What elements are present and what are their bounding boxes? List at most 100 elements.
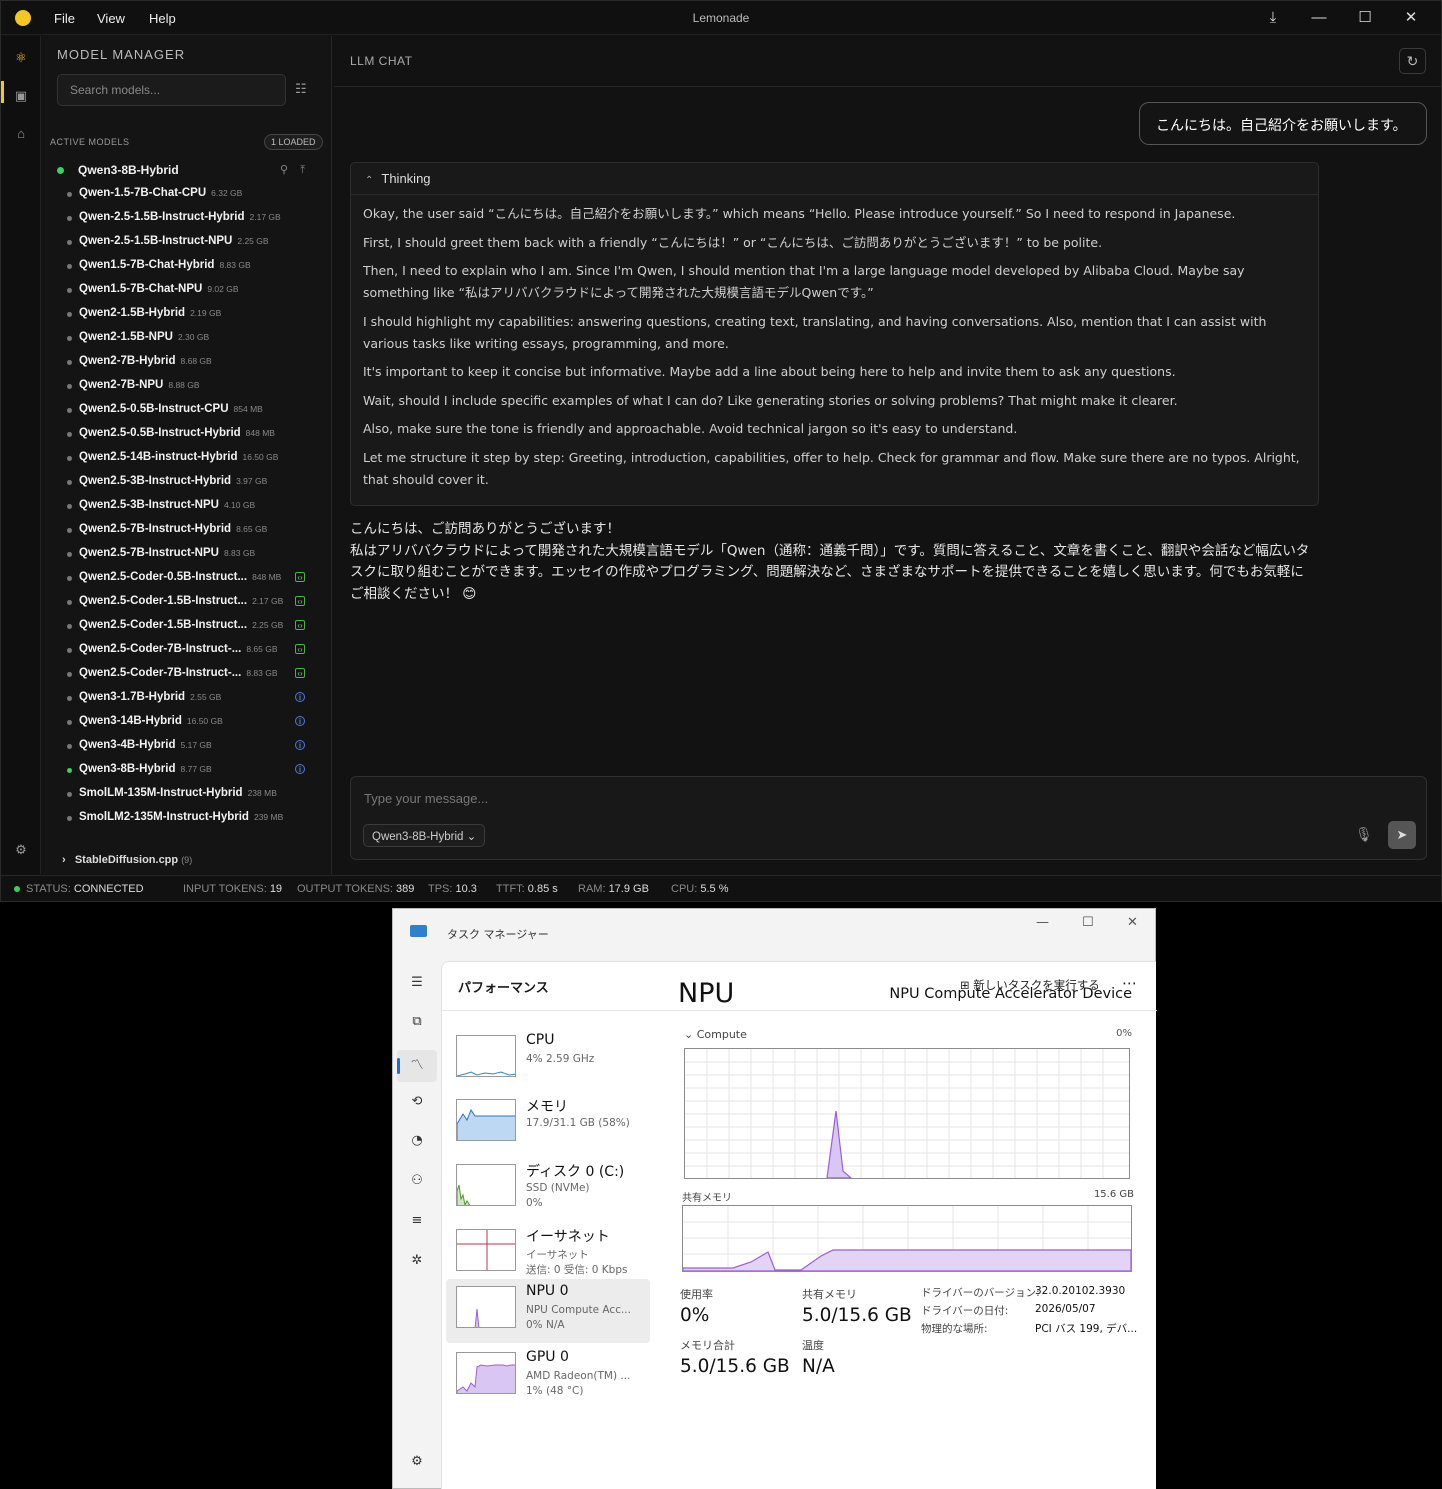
model-list-item[interactable]: Qwen2-7B-Hybrid 8.68 GB	[42, 350, 332, 374]
model-list-item[interactable]: Qwen2.5-3B-Instruct-Hybrid 3.97 GB	[42, 470, 332, 494]
model-name-text: Qwen-2.5-1.5B-Instruct-NPU	[79, 235, 233, 247]
menu-view[interactable]: View	[97, 11, 125, 26]
model-list-item[interactable]: Qwen2.5-0.5B-Instruct-CPU 854 MB	[42, 398, 332, 422]
cpu-thumbnail-svg	[457, 1071, 515, 1076]
model-status-dot	[67, 528, 72, 533]
search-box	[57, 74, 286, 106]
model-name: Qwen2-1.5B-Hybrid 2.19 GB	[79, 307, 221, 319]
model-list-item[interactable]: Qwen2.5-Coder-1.5B-Instruct... 2.25 GB ‹›	[42, 614, 332, 638]
tm-maximize-button[interactable]: ☐	[1082, 915, 1094, 930]
tm-minimize-button[interactable]: —	[1036, 915, 1049, 930]
close-button[interactable]: ✕	[1399, 7, 1423, 29]
device-gpu[interactable]: GPU 0 AMD Radeon(TM) ... 1% (48 °C)	[446, 1345, 650, 1409]
memory-thumbnail-svg	[457, 1108, 515, 1140]
device-cpu[interactable]: CPU 4% 2.59 GHz	[446, 1028, 650, 1092]
model-list-item[interactable]: Qwen2.5-0.5B-Instruct-Hybrid 848 MB	[42, 422, 332, 446]
pin-icon[interactable]: ⚲	[280, 164, 288, 176]
model-list-item[interactable]: Qwen2.5-Coder-7B-Instruct-... 8.83 GB ‹›	[42, 662, 332, 686]
services-icon[interactable]: ✲	[408, 1253, 426, 1271]
device-memory[interactable]: メモリ 17.9/31.1 GB (58%)	[446, 1092, 650, 1156]
model-list-item[interactable]: Qwen2-1.5B-NPU 2.30 GB	[42, 326, 332, 350]
tm-close-button[interactable]: ✕	[1127, 915, 1138, 930]
model-list-item[interactable]: Qwen2.5-7B-Instruct-Hybrid 8.65 GB	[42, 518, 332, 542]
maximize-button[interactable]: ☐	[1353, 7, 1377, 29]
microphone-icon[interactable]: 🎙	[1355, 826, 1373, 843]
device-detail: 送信: 0 受信: 0 Kbps	[526, 1264, 628, 1276]
model-list-item[interactable]: Qwen2.5-Coder-7B-Instruct-... 8.65 GB ‹›	[42, 638, 332, 662]
group-stablediffusion[interactable]: › StableDiffusion.cpp (9)	[62, 854, 192, 866]
download-icon[interactable]: ⤓	[1261, 7, 1285, 29]
active-model: Qwen3-8B-Hybrid	[57, 163, 179, 177]
device-disk[interactable]: ディスク 0 (C:) SSD (NVMe) 0%	[446, 1157, 650, 1221]
users-icon[interactable]: ⚇	[408, 1173, 426, 1191]
history-icon[interactable]: ⟲	[408, 1094, 426, 1112]
model-list-item[interactable]: Qwen-1.5-7B-Chat-CPU 6.32 GB	[42, 182, 332, 206]
model-list-item[interactable]: Qwen2-7B-NPU 8.88 GB	[42, 374, 332, 398]
menu-help[interactable]: Help	[149, 11, 176, 26]
model-list-item[interactable]: Qwen2.5-3B-Instruct-NPU 4.10 GB	[42, 494, 332, 518]
device-ethernet[interactable]: イーサネット イーサネット 送信: 0 受信: 0 Kbps	[446, 1222, 650, 1286]
model-list-item[interactable]: Qwen-2.5-1.5B-Instruct-Hybrid 2.17 GB	[42, 206, 332, 230]
driver-version-value: 32.0.20102.3930	[1035, 1285, 1126, 1297]
startup-icon[interactable]: ◔	[408, 1133, 426, 1151]
model-name: Qwen2.5-0.5B-Instruct-Hybrid 848 MB	[79, 427, 275, 439]
npu-thumbnail-svg	[474, 1308, 480, 1327]
model-name: Qwen3-4B-Hybrid 5.17 GB	[79, 739, 212, 751]
model-size: 6.32 GB	[211, 188, 243, 198]
model-select[interactable]: Qwen3-8B-Hybrid ⌄	[363, 824, 486, 847]
model-list-item[interactable]: Qwen3-14B-Hybrid 16.50 GB i	[42, 710, 332, 734]
model-list-item[interactable]: Qwen2.5-14B-instruct-Hybrid 16.50 GB	[42, 446, 332, 470]
models-icon[interactable]: ⚛	[11, 48, 31, 68]
shared-memory-graph-svg	[682, 1206, 1132, 1272]
thinking-toggle[interactable]: ⌃ Thinking	[351, 163, 1318, 195]
nav-selected-indicator	[397, 1058, 400, 1074]
message-input[interactable]	[351, 777, 1426, 819]
model-size: 238 MB	[247, 788, 277, 798]
model-size: 8.65 GB	[246, 644, 278, 654]
menu-file[interactable]: File	[54, 11, 75, 26]
model-list-item[interactable]: Qwen3-1.7B-Hybrid 2.55 GB i	[42, 686, 332, 710]
model-status-dot	[67, 816, 72, 821]
model-list-item[interactable]: SmolLM2-135M-Instruct-Hybrid 239 MB	[42, 806, 332, 830]
model-name: SmolLM-135M-Instruct-Hybrid 238 MB	[79, 787, 277, 799]
send-button[interactable]: ➤	[1388, 821, 1416, 849]
model-list-item[interactable]: Qwen2.5-Coder-1.5B-Instruct... 2.17 GB ‹›	[42, 590, 332, 614]
device-npu[interactable]: NPU 0 NPU Compute Acc... 0% N/A	[446, 1279, 650, 1343]
tm-settings-icon[interactable]: ⚙	[408, 1454, 426, 1472]
processes-icon[interactable]: ⧉	[408, 1014, 426, 1032]
model-list-item[interactable]: Qwen1.5-7B-Chat-Hybrid 8.83 GB	[42, 254, 332, 278]
details-icon[interactable]: ≡	[408, 1213, 426, 1231]
model-name: Qwen2.5-Coder-1.5B-Instruct... 2.25 GB	[79, 619, 283, 631]
header-divider	[442, 1010, 1157, 1011]
minimize-button[interactable]: —	[1307, 7, 1331, 29]
performance-icon[interactable]: 〽	[408, 1054, 426, 1073]
store-icon[interactable]: ⌂	[11, 124, 31, 144]
model-name: Qwen3-14B-Hybrid 16.50 GB	[79, 715, 223, 727]
input-tokens-value: 19	[269, 883, 283, 895]
output-tokens-key: OUTPUT TOKENS:	[297, 883, 393, 895]
model-list-item[interactable]: Qwen2.5-Coder-0.5B-Instruct... 848 MB ‹›	[42, 566, 332, 590]
model-list-item[interactable]: Qwen2-1.5B-Hybrid 2.19 GB	[42, 302, 332, 326]
chip-icon[interactable]: ▣	[11, 86, 31, 106]
page-title: パフォーマンス	[458, 981, 549, 996]
model-list-item[interactable]: Qwen1.5-7B-Chat-NPU 9.02 GB	[42, 278, 332, 302]
search-input[interactable]	[58, 75, 285, 105]
refresh-button[interactable]: ↻	[1399, 48, 1426, 74]
ttft-value: 0.85 s	[527, 883, 558, 895]
model-list-item[interactable]: Qwen2.5-7B-Instruct-NPU 8.83 GB	[42, 542, 332, 566]
compute-label: Compute	[696, 1028, 747, 1041]
panel-title: MODEL MANAGER	[57, 47, 186, 62]
model-name-text: Qwen2.5-0.5B-Instruct-Hybrid	[79, 427, 241, 439]
settings-gear-icon[interactable]: ⚙	[11, 840, 31, 860]
hamburger-icon[interactable]: ☰	[408, 975, 426, 993]
compute-selector[interactable]: ⌄ Compute	[684, 1028, 747, 1041]
model-list-item[interactable]: SmolLM-135M-Instruct-Hybrid 238 MB	[42, 782, 332, 806]
model-status-dot	[67, 384, 72, 389]
unload-icon[interactable]: ⤒	[300, 164, 305, 176]
model-list-item[interactable]: Qwen-2.5-1.5B-Instruct-NPU 2.25 GB	[42, 230, 332, 254]
loaded-dot-icon	[57, 167, 64, 175]
device-detail: 0% N/A	[526, 1319, 565, 1331]
model-list-item[interactable]: Qwen3-4B-Hybrid 5.17 GB i	[42, 734, 332, 758]
filter-icon[interactable]: ☷	[295, 81, 307, 97]
model-list-item[interactable]: Qwen3-8B-Hybrid 8.77 GB i	[42, 758, 332, 782]
